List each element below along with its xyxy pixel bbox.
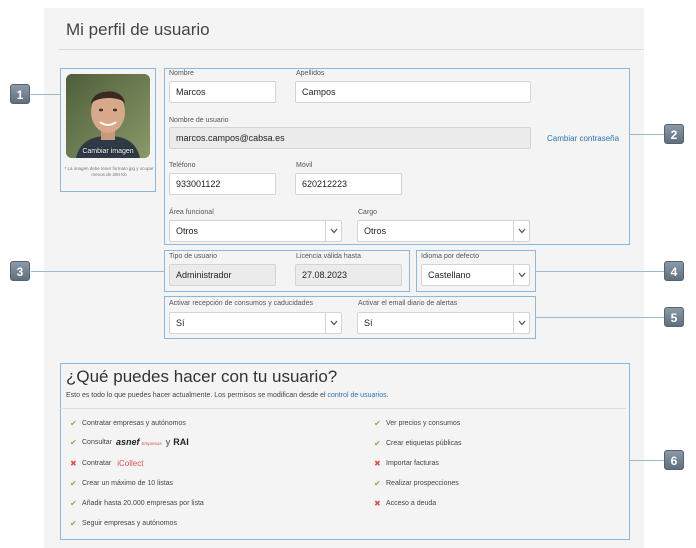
callout-badge-6: 6 — [664, 450, 684, 470]
chevron-down-icon — [325, 221, 341, 241]
permissions-desc-end: . — [386, 392, 389, 399]
permission-text: Realizar prospecciones — [386, 480, 459, 487]
page-title: Mi perfil de usuario — [66, 20, 210, 39]
permission-item: ✔ Contratar empresas y autónomos — [70, 419, 186, 428]
consumos-label: Activar recepción de consumos y caducida… — [169, 300, 313, 307]
permission-item: ✔ Añadir hasta 20.000 empresas por lista — [70, 499, 204, 508]
permission-item: ✖ Acceso a deuda — [374, 499, 436, 508]
permissions-title: ¿Qué puedes hacer con tu usuario? — [66, 367, 338, 386]
callout-badge-2: 2 — [664, 124, 684, 144]
telefono-label: Teléfono — [169, 162, 196, 169]
permission-item: ✔ Ver precios y consumos — [374, 419, 460, 428]
check-icon: ✔ — [374, 419, 381, 428]
cargo-label: Cargo — [358, 209, 378, 216]
movil-label: Móvil — [296, 162, 313, 169]
avatar[interactable]: Cambiar imagen — [66, 74, 150, 158]
alertas-select[interactable]: Sí — [357, 312, 530, 334]
tipo-field: Administrador — [169, 264, 276, 286]
permission-text: Contratar — [82, 460, 112, 467]
check-icon: ✔ — [374, 439, 381, 448]
permission-text: Seguir empresas y autónomos — [82, 520, 177, 527]
chevron-down-icon — [513, 221, 529, 241]
nombre-field[interactable]: Marcos — [169, 81, 276, 103]
permission-item: ✔ Crear un máximo de 10 listas — [70, 479, 173, 488]
permission-item: ✔ Crear etiquetas públicas — [374, 439, 462, 448]
consumos-select[interactable]: Sí — [169, 312, 342, 334]
cargo-value: Otros — [364, 226, 387, 236]
permission-item: ✔ Consultar asnef Empresas y RAI — [70, 437, 189, 447]
usuario-field: marcos.campos@cabsa.es — [169, 127, 531, 149]
permission-text: Importar facturas — [386, 460, 439, 467]
icollect-logo-text: iCollect — [117, 459, 144, 468]
nombre-label: Nombre — [169, 70, 194, 77]
check-icon: ✔ — [70, 419, 77, 428]
check-icon: ✔ — [374, 479, 381, 488]
callout-badge-3: 3 — [10, 261, 30, 281]
idioma-select[interactable]: Castellano — [421, 264, 530, 286]
movil-field[interactable]: 620212223 — [295, 173, 402, 195]
check-icon: ✔ — [70, 519, 77, 528]
permission-text: Ver precios y consumos — [386, 420, 461, 427]
permission-text: Contratar empresas y autónomos — [82, 420, 186, 427]
user-control-link[interactable]: control de usuarios — [328, 392, 387, 399]
idioma-label: Idioma por defecto — [421, 253, 479, 260]
title-divider — [58, 49, 644, 50]
callout-badge-4: 4 — [664, 261, 684, 281]
permission-text: Crear etiquetas públicas — [386, 440, 462, 447]
asnef-logo-sub: Empresas — [141, 441, 162, 446]
area-value: Otros — [176, 226, 199, 236]
permissions-desc-text: Esto es todo lo que puedes hacer actualm… — [66, 392, 326, 399]
change-password-link[interactable]: Cambiar contraseña — [547, 134, 619, 143]
chevron-down-icon — [513, 265, 529, 285]
apellidos-field[interactable]: Campos — [295, 81, 531, 103]
permissions-description: Esto es todo lo que puedes hacer actualm… — [66, 392, 389, 399]
check-icon: ✔ — [70, 437, 77, 447]
callout-badge-5: 5 — [664, 307, 684, 327]
permission-text: Consultar — [82, 438, 112, 446]
callout-box-6 — [60, 363, 630, 540]
cargo-select[interactable]: Otros — [357, 220, 530, 242]
callout-line-4 — [536, 271, 664, 272]
permission-item: ✔ Seguir empresas y autónomos — [70, 519, 177, 528]
callout-line-3 — [31, 271, 164, 272]
callout-line-5 — [536, 317, 664, 318]
change-image-label[interactable]: Cambiar imagen — [66, 148, 150, 155]
usuario-label: Nombre de usuario — [169, 117, 229, 124]
alertas-label: Activar el email diario de alertas — [358, 300, 458, 307]
permission-text: Acceso a deuda — [386, 500, 437, 507]
image-format-note: * La imagen debe tener formato jpg y ocu… — [64, 166, 154, 177]
asnef-logo: asnef Empresas — [116, 437, 162, 447]
permission-text: Añadir hasta 20.000 empresas por lista — [82, 500, 204, 507]
chevron-down-icon — [513, 313, 529, 333]
permission-conjunction: y — [165, 437, 171, 447]
cross-icon: ✖ — [374, 499, 381, 508]
cross-icon: ✖ — [374, 459, 381, 468]
permission-item: ✖ Contratar iCollect — [70, 459, 143, 468]
licencia-field: 27.08.2023 — [295, 264, 402, 286]
check-icon: ✔ — [70, 499, 77, 508]
idioma-value: Castellano — [428, 270, 471, 280]
rai-logo-text: RAI — [173, 437, 189, 447]
permission-item: ✖ Importar facturas — [374, 459, 439, 468]
area-label: Área funcional — [169, 209, 214, 216]
permission-text: Crear un máximo de 10 listas — [82, 480, 174, 487]
callout-line-2 — [630, 134, 664, 135]
area-select[interactable]: Otros — [169, 220, 342, 242]
permissions-divider — [60, 408, 626, 409]
avatar-photo — [66, 74, 150, 158]
apellidos-label: Apellidos — [296, 70, 325, 77]
callout-line-6 — [630, 460, 664, 461]
chevron-down-icon — [325, 313, 341, 333]
alertas-value: Sí — [364, 318, 373, 328]
callout-line-1 — [31, 94, 60, 95]
asnef-logo-text: asnef — [115, 437, 140, 447]
consumos-value: Sí — [176, 318, 185, 328]
permission-item: ✔ Realizar prospecciones — [374, 479, 459, 488]
callout-badge-1: 1 — [10, 84, 30, 104]
telefono-field[interactable]: 933001122 — [169, 173, 276, 195]
tipo-label: Tipo de usuario — [169, 253, 217, 260]
licencia-label: Licencia válida hasta — [296, 253, 361, 260]
cross-icon: ✖ — [70, 459, 77, 468]
check-icon: ✔ — [70, 479, 77, 488]
